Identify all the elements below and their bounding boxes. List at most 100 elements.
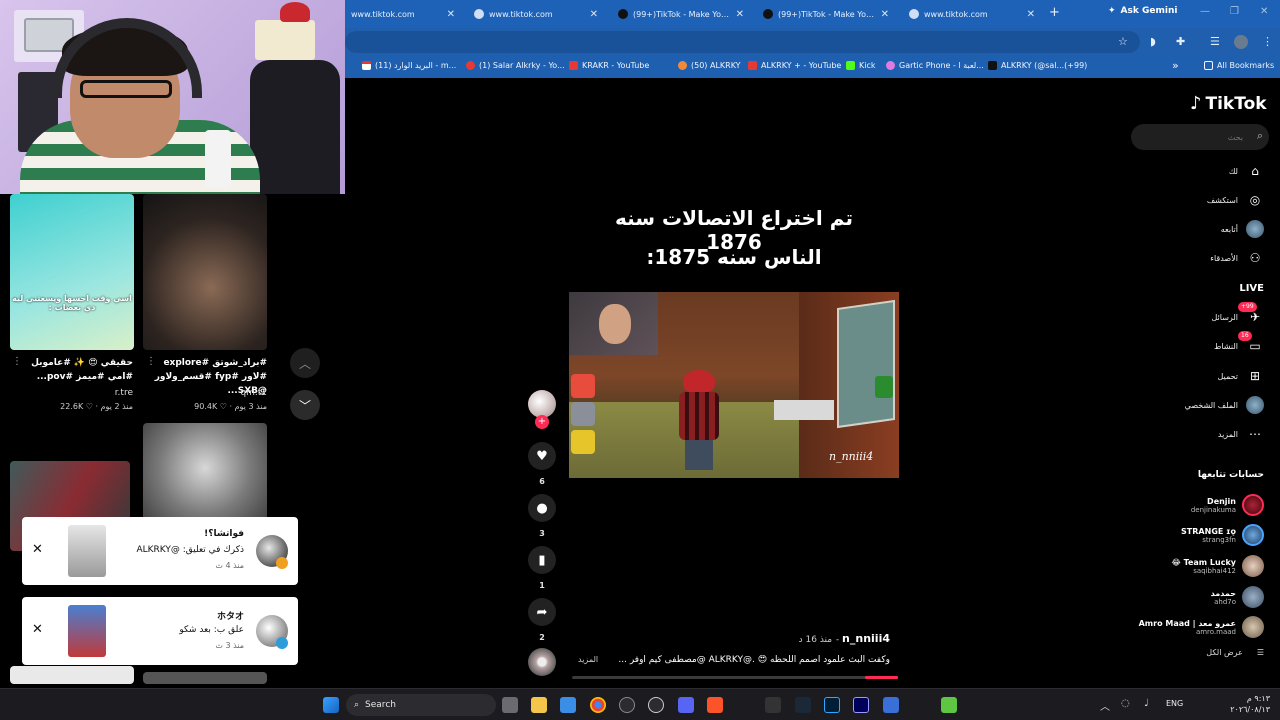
microphone-icon[interactable]: ♩	[1144, 698, 1149, 709]
task-view-icon[interactable]	[502, 697, 518, 713]
windows-start-icon[interactable]	[323, 697, 339, 713]
tab-title: www.tiktok.com	[924, 9, 988, 19]
search-input[interactable]	[1139, 128, 1243, 146]
file-explorer-icon[interactable]	[531, 697, 547, 713]
video-player[interactable]: n_nniii4	[569, 292, 899, 478]
puzzle-icon[interactable]: ✚	[1176, 35, 1185, 48]
close-icon[interactable]: ✕	[32, 542, 43, 557]
save-button[interactable]: ▮	[528, 546, 556, 574]
nav-item-for-you[interactable]: لك ⌂	[1229, 160, 1264, 182]
network-icon[interactable]: ◌	[1121, 698, 1130, 709]
nav-item-upload[interactable]: تحميل ⊞	[1218, 365, 1265, 387]
extension-icon[interactable]: ◗	[1150, 35, 1156, 48]
bookmark-star-icon[interactable]: ☆	[1118, 35, 1128, 48]
see-all-link[interactable]: ☰ عرض الكل	[1206, 648, 1264, 657]
bookmarks-overflow-icon[interactable]: »	[1172, 59, 1179, 72]
browser-tab[interactable]: www.tiktok.com ✕	[903, 4, 1041, 24]
photoshop-icon[interactable]	[824, 697, 840, 713]
close-icon[interactable]: ✕	[32, 622, 43, 637]
obs-icon[interactable]	[648, 697, 664, 713]
video-thumbnail[interactable]	[143, 194, 267, 350]
ask-gemini-button[interactable]: ✦ Ask Gemini	[1108, 6, 1177, 16]
video-thumbnail[interactable]	[143, 672, 267, 684]
tab-groups-icon[interactable]: ☰	[1210, 35, 1220, 48]
browser-tab[interactable]: www.tiktok.com ✕	[468, 4, 604, 24]
search-icon[interactable]: ⌕	[1257, 129, 1263, 143]
bookmark-item[interactable]: Gartic Phone - لعبة ا...	[886, 61, 984, 70]
music-disc-icon[interactable]	[528, 648, 556, 676]
browser-tab[interactable]: (99+)TikTok - Make Your Day ✕	[612, 4, 750, 24]
scroll-down-button[interactable]: ﹀	[290, 390, 320, 420]
scroll-up-button[interactable]: ︿	[290, 348, 320, 378]
following-account[interactable]: 😂 Team Lucky saqibhai412	[1171, 553, 1264, 579]
video-thumbnail[interactable]	[143, 423, 267, 523]
maximize-icon[interactable]: ❐	[1230, 6, 1239, 17]
video-progress-bar[interactable]	[572, 676, 898, 679]
app-icon[interactable]	[883, 697, 899, 713]
see-more-link[interactable]: المزيد	[578, 655, 598, 664]
nav-item-activity[interactable]: النشاط ▭ 16	[1214, 331, 1264, 357]
minimize-icon[interactable]: —	[1200, 6, 1210, 17]
video-thumbnail[interactable]	[10, 666, 134, 684]
brave-icon[interactable]	[707, 697, 723, 713]
nav-item-live[interactable]: LIVE	[1239, 277, 1264, 299]
chrome-icon[interactable]	[590, 697, 606, 713]
bookmark-item[interactable]: ALKRKY + - YouTube	[748, 61, 841, 70]
capcut-icon[interactable]	[765, 697, 781, 713]
nav-item-friends[interactable]: الأصدقاء ⚇	[1210, 247, 1264, 269]
taskbar-clock[interactable]: ٩:١٣ م ٢٠٢٦/٠٨/١٣	[1200, 693, 1270, 715]
search-box[interactable]: ⌕	[1131, 124, 1269, 150]
follow-button[interactable]: +	[535, 415, 549, 429]
creator-avatar[interactable]	[528, 390, 556, 418]
nav-item-messages[interactable]: الرسائل ✈ +99	[1212, 302, 1265, 328]
nav-item-profile[interactable]: الملف الشخصي	[1185, 394, 1264, 416]
tab-close-icon[interactable]: ✕	[1027, 9, 1035, 20]
comment-button[interactable]: ●	[528, 494, 556, 522]
nav-item-following[interactable]: أتابعه	[1221, 218, 1264, 240]
taskbar-search[interactable]: ⌕ Search	[346, 694, 496, 716]
tab-close-icon[interactable]: ✕	[736, 9, 744, 20]
github-icon[interactable]	[619, 697, 635, 713]
bookmark-item[interactable]: Kick	[846, 61, 876, 70]
tab-close-icon[interactable]: ✕	[881, 9, 889, 20]
following-account[interactable]: حمدمد ahd7o	[1211, 584, 1264, 610]
bookmark-item[interactable]: (50) ALKRKY	[678, 61, 741, 70]
share-button[interactable]: ➦	[528, 598, 556, 626]
all-bookmarks-button[interactable]: All Bookmarks	[1204, 61, 1274, 70]
profile-avatar[interactable]	[1234, 35, 1248, 49]
video-title[interactable]: حقيقي 😍 ✨ #عاموبل #امي #ميمز #pov...	[8, 356, 133, 384]
close-window-icon[interactable]: ✕	[1260, 6, 1268, 17]
browser-tab[interactable]: www.tiktok.com ✕	[345, 4, 461, 24]
video-author[interactable]: qm.t2	[142, 388, 267, 398]
bookmark-item[interactable]: البريد الوارد (11) - m...	[362, 61, 456, 70]
menu-kebab-icon[interactable]: ⋮	[1262, 35, 1273, 48]
video-thumbnail[interactable]: اسي وقت احسها ويسعتني ليه دي بعضات :	[10, 194, 134, 350]
bookmark-item[interactable]: (1) Salar Alkrky - Yo...	[466, 61, 565, 70]
tiktok-logo[interactable]: ♪ TikTok	[1190, 93, 1267, 114]
notification-toast[interactable]: ✕ ホタオ علق ب: بعد شكو منذ 3 ث	[22, 597, 298, 665]
video-author[interactable]: r.tre	[8, 388, 133, 398]
tab-close-icon[interactable]: ✕	[447, 9, 455, 20]
address-bar[interactable]	[345, 31, 1140, 53]
store-icon[interactable]	[560, 697, 576, 713]
following-account[interactable]: Amro Maad | عمرو معد amro.maad	[1139, 614, 1264, 640]
video-author-line[interactable]: منذ 16 د - n_nniii4	[760, 632, 890, 645]
discord-icon[interactable]	[678, 697, 694, 713]
like-button[interactable]: ♥	[528, 442, 556, 470]
bookmark-item[interactable]: KRAKR - YouTube	[569, 61, 649, 70]
new-tab-button[interactable]: +	[1049, 5, 1060, 20]
nav-item-explore[interactable]: استكشف ◎	[1207, 189, 1264, 211]
following-account[interactable]: STRANGE ɪǫ strang3fn	[1181, 522, 1264, 548]
browser-tab[interactable]: (99+)TikTok - Make Your Day ✕	[757, 4, 895, 24]
premiere-icon[interactable]	[853, 697, 869, 713]
nav-item-more[interactable]: المزيد ⋯	[1218, 423, 1264, 445]
notification-toast[interactable]: ✕ فواتشا؟! ذكرك في تعليق: @ALKRKY منذ 4 …	[22, 517, 298, 585]
tiktok-icon	[618, 9, 628, 19]
tray-chevron-icon[interactable]: ︿	[1100, 698, 1110, 713]
following-account[interactable]: Denjin denjinakuma	[1191, 492, 1264, 518]
language-indicator[interactable]: ENG	[1166, 699, 1183, 708]
minecraft-icon[interactable]	[941, 697, 957, 713]
tab-close-icon[interactable]: ✕	[590, 9, 598, 20]
bookmark-item[interactable]: ALKRKY (@sal...(+99)	[988, 61, 1087, 70]
steam-icon[interactable]	[795, 697, 811, 713]
